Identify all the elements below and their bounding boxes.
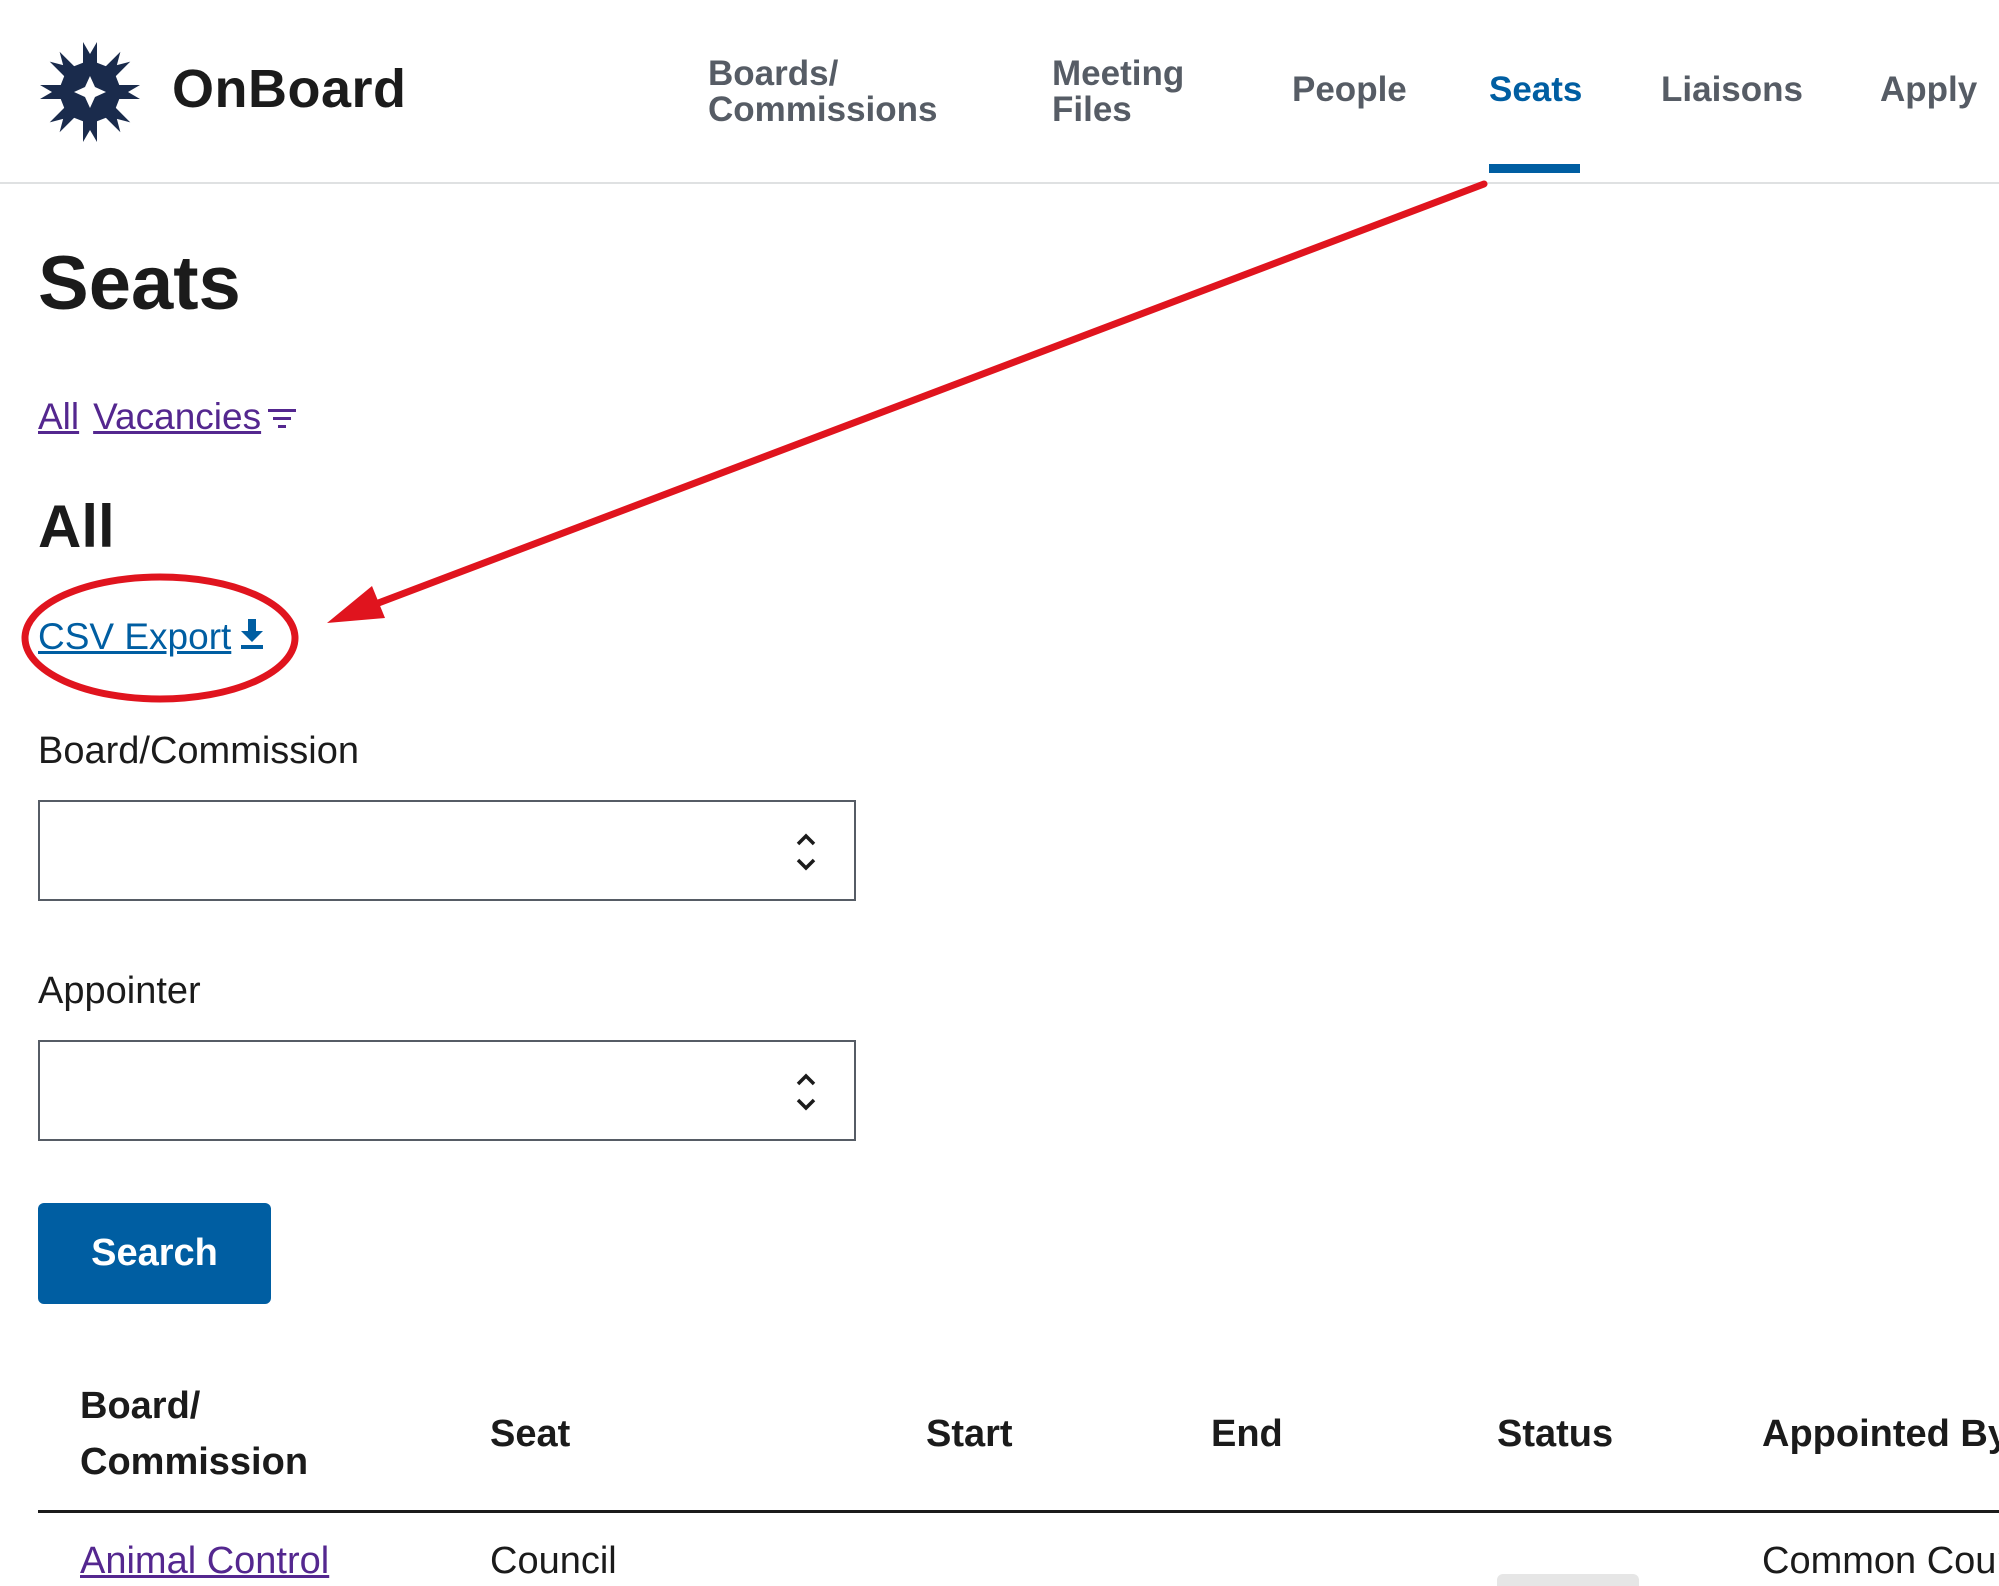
site-header: OnBoard Boards/ Commissions Meeting File… xyxy=(0,0,1999,184)
board-commission-select[interactable] xyxy=(38,800,856,901)
nav-item-seats[interactable]: Seats xyxy=(1489,72,1582,108)
column-header-board-line1: Board/ xyxy=(80,1385,201,1427)
column-header-seat[interactable]: Seat xyxy=(490,1406,570,1462)
column-header-board-commission[interactable]: Board/ Commission xyxy=(80,1378,308,1490)
nav-item-meeting-line1: Meeting xyxy=(1052,54,1185,93)
select-updown-icon xyxy=(796,833,816,871)
page: OnBoard Boards/ Commissions Meeting File… xyxy=(0,0,1999,1586)
annotation-arrow xyxy=(356,180,1488,614)
column-header-board-line2: Commission xyxy=(80,1441,309,1483)
nav-item-people[interactable]: People xyxy=(1292,72,1407,108)
appointer-label: Appointer xyxy=(38,970,201,1012)
filter-all-link[interactable]: All xyxy=(38,396,79,437)
board-commission-label: Board/Commission xyxy=(38,730,359,772)
download-icon xyxy=(241,619,264,649)
filter-vacancies-label: Vacancies xyxy=(93,396,262,437)
row-board-link[interactable]: Animal Control xyxy=(80,1540,329,1583)
brand-name[interactable]: OnBoard xyxy=(172,58,407,120)
search-button[interactable]: Search xyxy=(38,1203,271,1304)
annotation-overlay xyxy=(21,180,1488,703)
logo-icon[interactable] xyxy=(36,38,144,146)
filter-links: All Vacancies xyxy=(38,396,297,438)
section-heading: All xyxy=(38,493,115,560)
row-seat: Council xyxy=(490,1540,617,1582)
csv-export-label: CSV Export xyxy=(38,616,232,657)
active-nav-indicator xyxy=(1489,164,1580,173)
nav-item-boards-line2: Commissions xyxy=(708,90,938,129)
column-header-start[interactable]: Start xyxy=(926,1406,1013,1462)
annotation-arrowhead xyxy=(327,586,385,623)
nav-item-apply[interactable]: Apply xyxy=(1880,72,1977,108)
page-title: Seats xyxy=(38,241,241,326)
status-badge xyxy=(1497,1574,1639,1586)
csv-export-link[interactable]: CSV Export xyxy=(38,616,265,658)
filter-icon[interactable] xyxy=(267,406,297,432)
nav-item-meeting-files[interactable]: Meeting Files xyxy=(1052,56,1184,128)
nav-item-liaisons[interactable]: Liaisons xyxy=(1661,72,1803,108)
row-appointed-by: Common Council xyxy=(1762,1540,1999,1582)
nav-item-meeting-line2: Files xyxy=(1052,90,1132,129)
filter-vacancies-link[interactable]: Vacancies xyxy=(93,396,261,437)
appointer-select[interactable] xyxy=(38,1040,856,1141)
column-header-status[interactable]: Status xyxy=(1497,1406,1613,1462)
column-header-appointed-by[interactable]: Appointed By xyxy=(1762,1406,1999,1462)
select-updown-icon xyxy=(796,1073,816,1111)
table-header-divider xyxy=(38,1510,1999,1513)
nav-item-boards-commissions[interactable]: Boards/ Commissions xyxy=(708,56,938,128)
nav-item-boards-line1: Boards/ xyxy=(708,54,839,93)
column-header-end[interactable]: End xyxy=(1211,1406,1283,1462)
